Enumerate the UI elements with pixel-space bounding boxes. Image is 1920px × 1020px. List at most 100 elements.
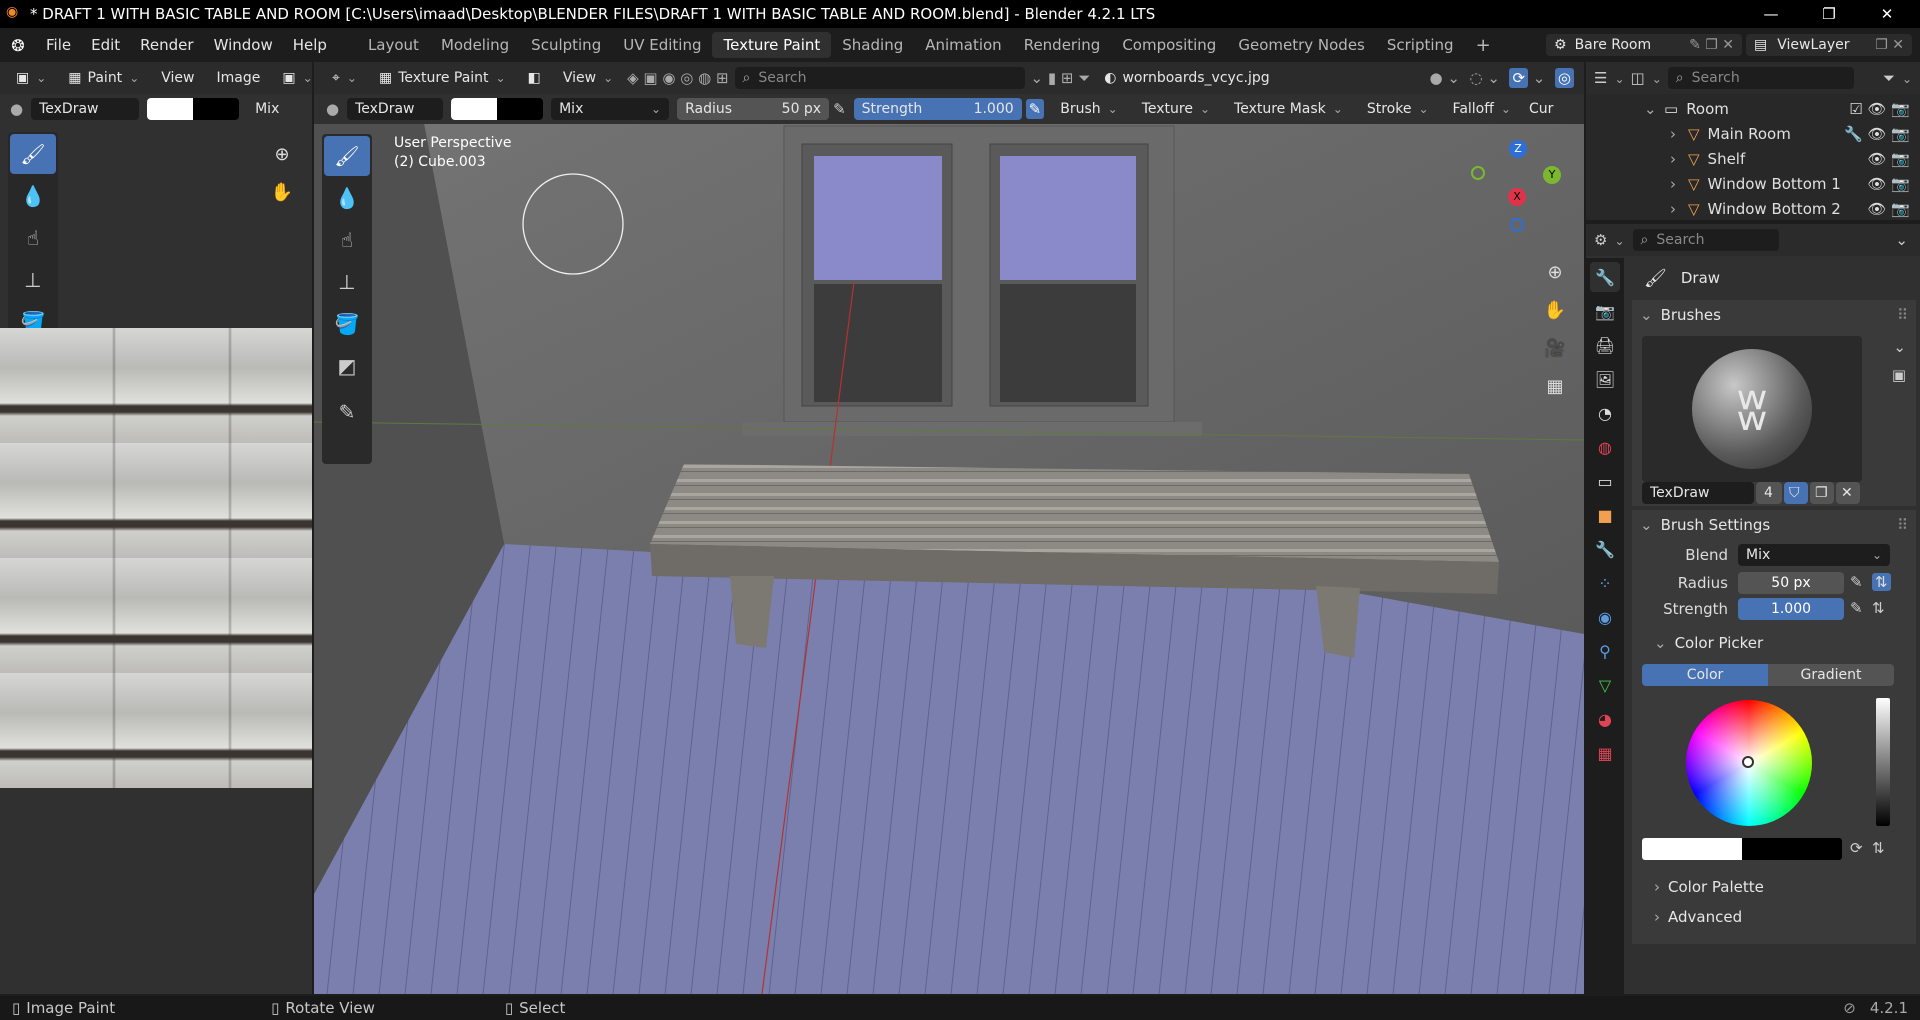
- mode-dropdown[interactable]: ▦ Texture Paint: [371, 67, 514, 89]
- tab-uv-editing[interactable]: UV Editing: [612, 32, 712, 58]
- tab-color[interactable]: Color: [1642, 664, 1768, 686]
- gizmo-y[interactable]: Y: [1543, 166, 1561, 184]
- menu-image[interactable]: Image: [208, 67, 268, 89]
- tab-layout[interactable]: Layout: [357, 32, 430, 58]
- radius-field[interactable]: 50 px: [1738, 572, 1844, 594]
- menu-texture-mask[interactable]: Texture Mask: [1226, 98, 1351, 120]
- unified-color-icon[interactable]: ⇅: [1872, 839, 1885, 857]
- primary-color-swatch[interactable]: [147, 98, 194, 120]
- minimize-icon[interactable]: —: [1748, 0, 1794, 28]
- scene-selector[interactable]: ⚙ Bare Room ✎ ❐ ✕: [1546, 34, 1742, 56]
- brush-users-count[interactable]: 4: [1756, 482, 1782, 504]
- paint-mode-dropdown[interactable]: ▦ Paint: [60, 67, 147, 89]
- strength-pressure-icon[interactable]: ✎: [1025, 99, 1045, 119]
- tab-geometry-nodes[interactable]: Geometry Nodes: [1227, 32, 1376, 58]
- blend-field[interactable]: Mix: [247, 98, 287, 120]
- primary-color-swatch[interactable]: [451, 98, 498, 120]
- brush-menu-icon[interactable]: ⌄: [1893, 338, 1906, 356]
- pressure-icon[interactable]: ✎: [833, 100, 846, 118]
- tab-sculpting[interactable]: Sculpting: [520, 32, 612, 58]
- visibility-icons[interactable]: 👁 📷: [1868, 175, 1911, 193]
- draw-tool-icon[interactable]: 🖌: [324, 136, 370, 176]
- menu-edit[interactable]: Edit: [81, 30, 130, 60]
- smear-tool-icon[interactable]: ☝: [324, 220, 370, 260]
- editor-type-icon[interactable]: ⚙: [1594, 231, 1625, 249]
- maximize-icon[interactable]: ❐: [1806, 0, 1852, 28]
- menu-stroke[interactable]: Stroke: [1359, 98, 1437, 120]
- color-wheel-cursor[interactable]: [1742, 756, 1754, 768]
- visibility-icons[interactable]: 👁 📷: [1868, 200, 1911, 218]
- chevron-right-icon[interactable]: ›: [1670, 150, 1688, 168]
- menu-help[interactable]: Help: [283, 30, 337, 60]
- world-tab-icon[interactable]: ◍: [1590, 432, 1620, 462]
- properties-search[interactable]: ⌕ Search: [1632, 229, 1779, 251]
- blender-menu-icon[interactable]: ❂: [0, 36, 36, 55]
- data-tab-icon[interactable]: ▽: [1590, 670, 1620, 700]
- camera-icon[interactable]: 🎥: [1539, 332, 1571, 364]
- close-icon[interactable]: ✕: [1864, 0, 1910, 28]
- tab-gradient[interactable]: Gradient: [1768, 664, 1894, 686]
- unified-radius-icon[interactable]: ⇅: [1872, 573, 1891, 591]
- pan-hand-icon[interactable]: ✋: [266, 176, 298, 208]
- value-slider[interactable]: [1876, 698, 1890, 826]
- color-palette-subpanel-header[interactable]: › Color Palette: [1632, 872, 1916, 902]
- unlink-icon[interactable]: ✕: [1836, 482, 1860, 504]
- unified-strength-icon[interactable]: ⇅: [1872, 599, 1885, 617]
- material-tab-icon[interactable]: ◕: [1590, 704, 1620, 734]
- radius-field[interactable]: Radius 50 px: [677, 98, 830, 120]
- fake-user-shield-icon[interactable]: ⛉: [1784, 482, 1808, 504]
- gizmo-neg-z[interactable]: [1510, 218, 1524, 232]
- visibility-icons[interactable]: 👁 📷: [1868, 150, 1911, 168]
- strength-field[interactable]: 1.000: [1738, 598, 1844, 620]
- mask-icons[interactable]: ◈ ▣ ◉ ◎ ◍ ⊞: [627, 69, 728, 87]
- blend-dropdown[interactable]: Mix: [1738, 544, 1890, 566]
- tab-rendering[interactable]: Rendering: [1013, 32, 1112, 58]
- chevron-down-icon[interactable]: ⌄: [1644, 100, 1664, 118]
- secondary-color-swatch[interactable]: [1742, 838, 1842, 860]
- filter-icons[interactable]: ⌄ ▮ ⊞ ⏷: [1031, 69, 1091, 87]
- collection-tab-icon[interactable]: ▭: [1590, 466, 1620, 496]
- strength-field[interactable]: Strength 1.000: [853, 98, 1022, 120]
- mask-tool-icon[interactable]: ◩: [324, 346, 370, 386]
- annotate-tool-icon[interactable]: ✎: [324, 392, 370, 432]
- object-tab-icon[interactable]: ■: [1590, 500, 1620, 530]
- brush-preview[interactable]: ʬ: [1642, 336, 1862, 482]
- clone-tool-icon[interactable]: ⊥: [324, 262, 370, 302]
- chevron-right-icon[interactable]: ›: [1670, 125, 1688, 143]
- image-selector[interactable]: ◐ wornboards_vcyc.jpg: [1096, 67, 1296, 89]
- modifier-tab-icon[interactable]: 🔧: [1590, 534, 1620, 564]
- chevron-right-icon[interactable]: ›: [1670, 175, 1688, 193]
- tab-animation[interactable]: Animation: [914, 32, 1012, 58]
- visibility-icons[interactable]: ☑ 👁 📷: [1849, 100, 1910, 118]
- secondary-color-swatch[interactable]: [497, 98, 544, 120]
- soften-tool-icon[interactable]: 💧: [324, 178, 370, 218]
- drag-handle-icon[interactable]: ⠿: [1897, 516, 1908, 534]
- particles-tab-icon[interactable]: ⁘: [1590, 568, 1620, 598]
- render-tab-icon[interactable]: 📷: [1590, 296, 1620, 326]
- smear-tool-icon[interactable]: ☝: [10, 218, 56, 258]
- chevron-down-icon[interactable]: ⌄: [1895, 231, 1908, 249]
- chevron-right-icon[interactable]: ›: [1670, 200, 1688, 218]
- add-workspace-icon[interactable]: +: [1465, 32, 1502, 58]
- new-layer-icon[interactable]: ❐ ✕: [1875, 37, 1904, 53]
- toggle-icon[interactable]: ◧: [520, 67, 549, 89]
- brush-name-field[interactable]: TexDraw: [347, 98, 444, 120]
- primary-color-swatch[interactable]: [1642, 838, 1742, 860]
- advanced-subpanel-header[interactable]: › Advanced: [1632, 902, 1916, 932]
- navigation-gizmo[interactable]: Z Y X: [1468, 138, 1580, 250]
- tab-shading[interactable]: Shading: [831, 32, 914, 58]
- pan-hand-icon[interactable]: ✋: [1539, 294, 1571, 326]
- menu-file[interactable]: File: [36, 30, 81, 60]
- shading-icons[interactable]: ● ⌄ ◌ ⌄ ⟳ ⌄ ◎: [1430, 68, 1574, 88]
- gizmo-neg-y[interactable]: [1471, 166, 1485, 180]
- gizmo-x[interactable]: X: [1508, 188, 1526, 206]
- menu-cursor[interactable]: Cur: [1527, 98, 1555, 120]
- tab-compositing[interactable]: Compositing: [1111, 32, 1227, 58]
- brushes-panel-header[interactable]: ⌄ Brushes ⠿: [1632, 300, 1916, 330]
- menu-brush[interactable]: Brush: [1052, 98, 1125, 120]
- menu-falloff[interactable]: Falloff: [1445, 98, 1519, 120]
- view-layer-tab-icon[interactable]: 🖼: [1590, 364, 1620, 394]
- search-field[interactable]: ⌕ Search: [734, 67, 1025, 89]
- display-mode-icon[interactable]: ◫: [1631, 69, 1662, 87]
- physics-tab-icon[interactable]: ◉: [1590, 602, 1620, 632]
